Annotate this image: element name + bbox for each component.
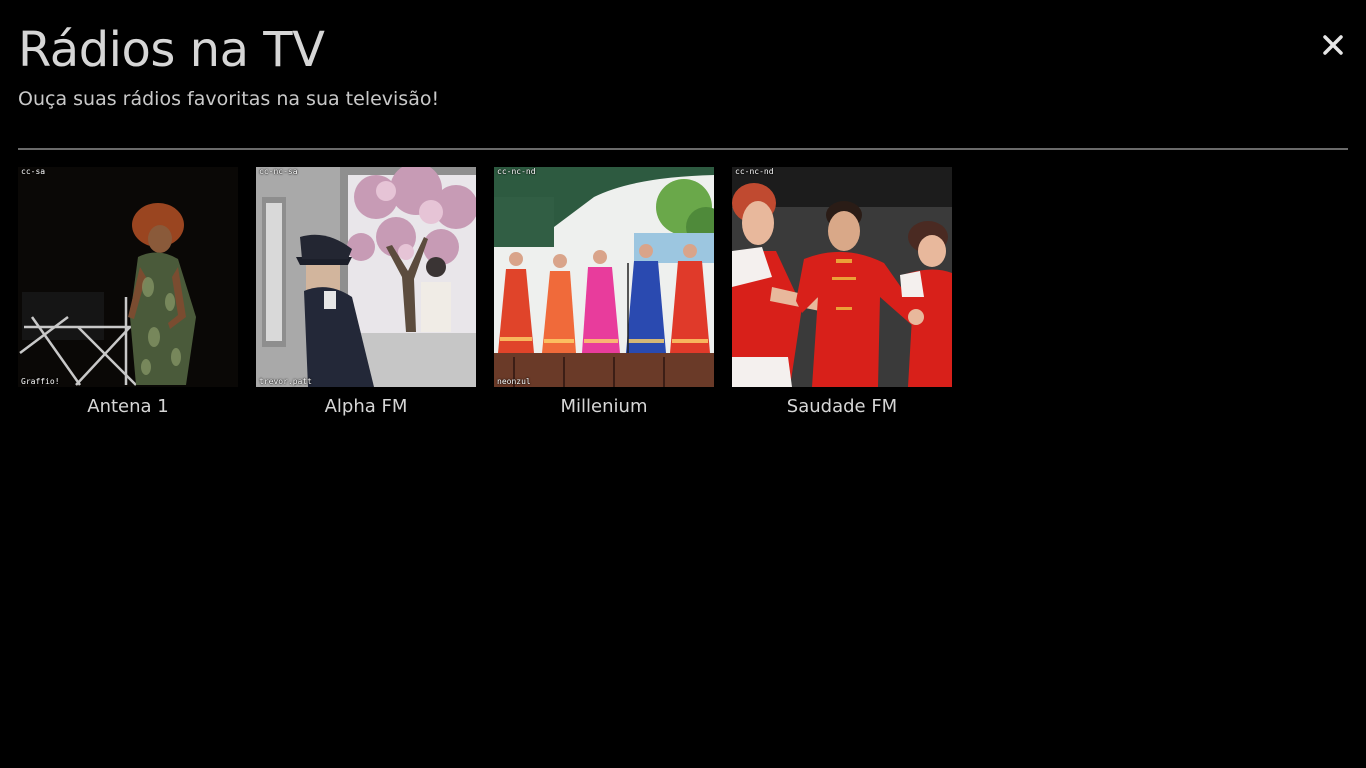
station-thumbnail: cc-nc-sa trevor.patt: [256, 167, 476, 387]
station-image: [18, 167, 238, 387]
page-subtitle: Ouça suas rádios favoritas na sua televi…: [18, 88, 440, 110]
image-license: cc-nc-nd: [497, 167, 536, 176]
station-name: Saudade FM: [786, 396, 898, 417]
station-thumbnail: cc-nc-nd neonzul: [494, 167, 714, 387]
image-author: Graffio!: [21, 377, 60, 386]
close-button[interactable]: [1320, 32, 1346, 58]
station-tile-millenium[interactable]: cc-nc-nd neonzul Millenium: [494, 167, 714, 419]
station-thumbnail: cc-nc-nd: [732, 167, 952, 387]
page-title: Rádios na TV: [18, 22, 325, 78]
image-license: cc-nc-nd: [735, 167, 774, 176]
station-grid: cc-sa Graffio! Antena 1 cc-nc-sa trevor.…: [18, 167, 952, 419]
image-author: trevor.patt: [259, 377, 312, 386]
image-license: cc-nc-sa: [259, 167, 298, 176]
station-thumbnail: cc-sa Graffio!: [18, 167, 238, 387]
station-name: Antena 1: [87, 396, 169, 417]
station-image: [732, 167, 952, 387]
image-author: neonzul: [497, 377, 531, 386]
station-name: Alpha FM: [324, 396, 408, 417]
station-image: [256, 167, 476, 387]
image-license: cc-sa: [21, 167, 46, 176]
station-tile-antena-1[interactable]: cc-sa Graffio! Antena 1: [18, 167, 238, 419]
station-name: Millenium: [560, 396, 648, 417]
header-divider: [18, 148, 1348, 150]
close-icon: [1323, 35, 1343, 55]
page-header: Rádios na TV Ouça suas rádios favoritas …: [18, 18, 1348, 112]
station-image: [494, 167, 714, 387]
station-tile-saudade-fm[interactable]: cc-nc-nd Saudade FM: [732, 167, 952, 419]
station-tile-alpha-fm[interactable]: cc-nc-sa trevor.patt Alpha FM: [256, 167, 476, 419]
